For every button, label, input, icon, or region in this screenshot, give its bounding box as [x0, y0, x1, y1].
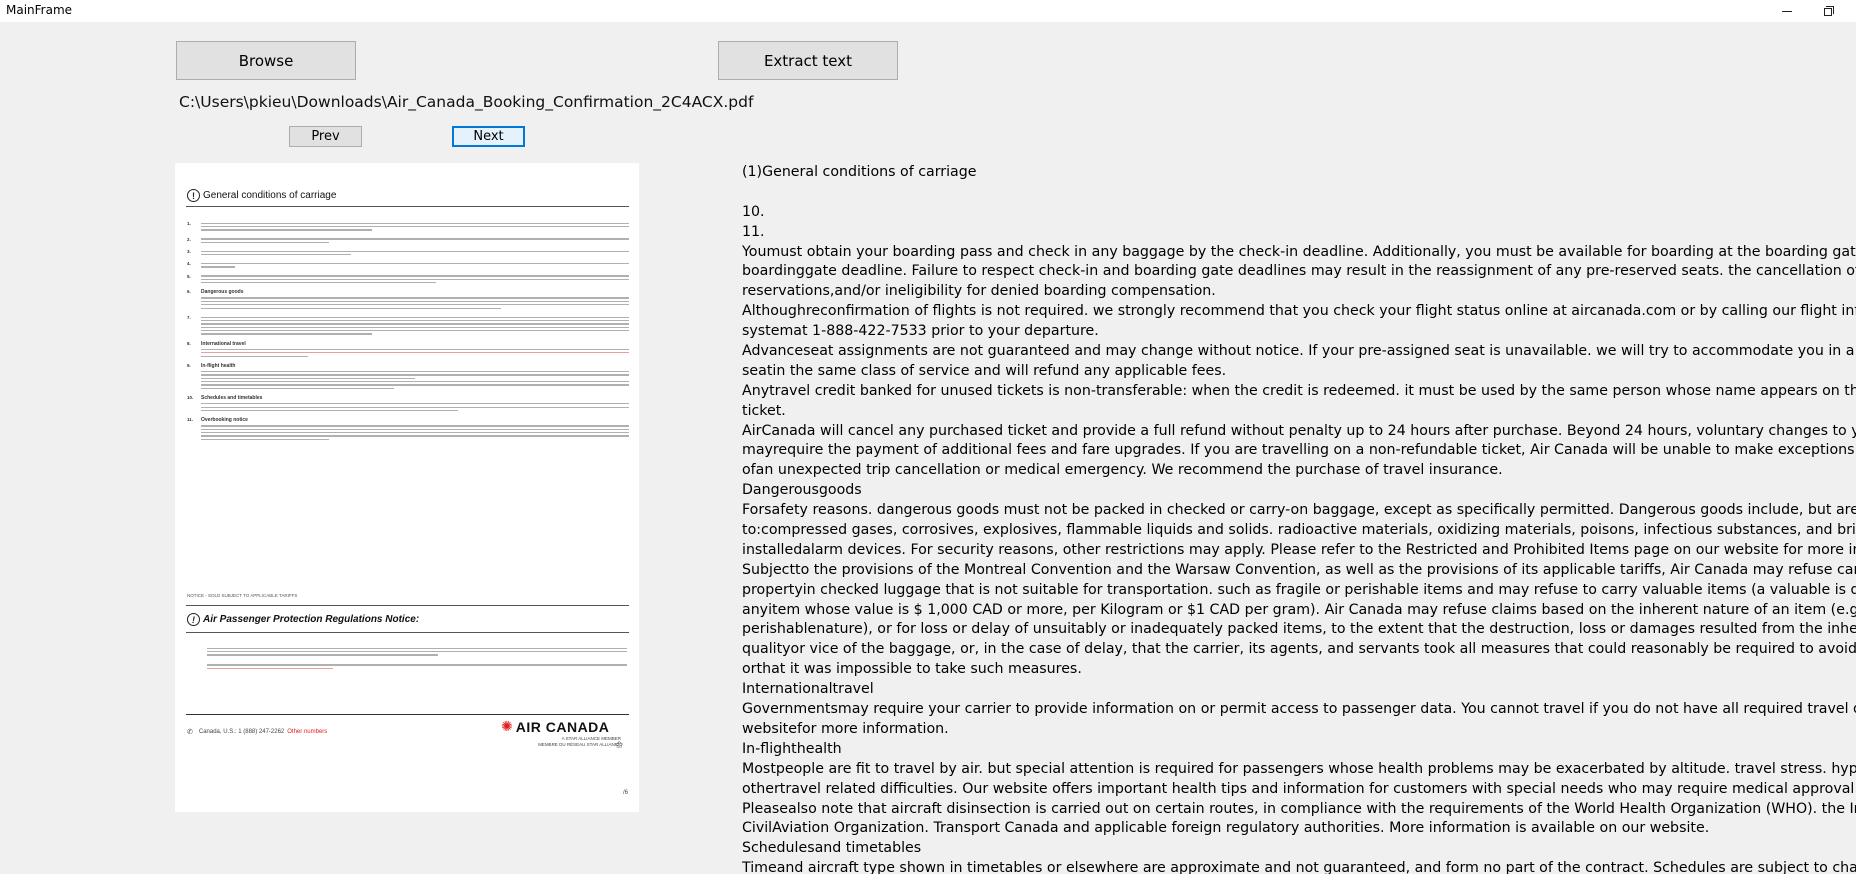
- extracted-text-line: Althoughreconfirmation of flights is not…: [742, 303, 1856, 320]
- extracted-text-line: [742, 183, 1856, 203]
- list-item: 1.: [187, 221, 629, 233]
- extracted-text-line: orthat it was impossible to take such me…: [742, 661, 1082, 678]
- extracted-text-line: In-flighthealth: [742, 740, 842, 757]
- extracted-text-line: Governmentsmay require your carrier to p…: [742, 701, 1856, 718]
- extracted-text-line: Internationaltravel: [742, 681, 874, 698]
- extracted-text-line: Anytravel credit banked for unused ticke…: [742, 382, 1856, 399]
- extracted-text-line: Dangerousgoods: [742, 482, 862, 499]
- appr-notice-title: Air Passenger Protection Regulations Not…: [203, 614, 420, 625]
- extracted-text-line: boardinggate deadline. Failure to respec…: [742, 263, 1856, 280]
- logo-text: AIR CANADA: [515, 718, 610, 735]
- list-item: 7.: [187, 315, 629, 337]
- list-item: 11. Overbooking notice: [187, 417, 629, 442]
- extracted-text-line: Forsafety reasons. dangerous goods must …: [742, 502, 1856, 519]
- other-numbers-link[interactable]: Other numbers: [287, 729, 327, 735]
- preview-conditions-list: 1. 2. 3. 4. 5. 6. Dangerous goods 7. 8. In…: [187, 221, 629, 446]
- maple-leaf-icon: ✺: [501, 718, 513, 734]
- phone-icon: ✆: [187, 729, 193, 736]
- phone-contact: ✆ Canada, U.S.: 1 (888) 247-2262 Other n…: [187, 728, 327, 736]
- extracted-text-line: anyitem whose value is $ 1,000 CAD or mo…: [742, 601, 1856, 618]
- extracted-text-line: systemat 1-888-422-7533 prior to your de…: [742, 323, 1099, 340]
- list-item: 8. International travel: [187, 341, 629, 359]
- list-item: 2.: [187, 237, 629, 245]
- window-title: MainFrame: [6, 3, 73, 17]
- extracted-text-line: to:compressed gases, corrosives, explosi…: [742, 522, 1856, 539]
- warning-icon: !: [187, 189, 200, 202]
- restore-icon: [1823, 5, 1835, 17]
- minimize-button[interactable]: [1770, 0, 1804, 22]
- browse-button[interactable]: Browse: [176, 41, 356, 80]
- extracted-text-line: qualityor vice of the baggage, or, in th…: [742, 641, 1856, 658]
- divider: [186, 632, 629, 633]
- extracted-text-line: installedalarm devices. For security rea…: [742, 541, 1856, 558]
- extracted-text-line: ticket.: [742, 402, 786, 419]
- extracted-text-line: 10.: [742, 203, 765, 220]
- list-item: 4.: [187, 261, 629, 269]
- preview-heading: ! General conditions of carriage: [187, 189, 336, 202]
- extracted-text-panel[interactable]: (1)General conditions of carriage 10. 11. Y…: [742, 163, 1856, 874]
- prev-button[interactable]: Prev: [289, 126, 362, 147]
- tariff-notice: NOTICE - SOLD SUBJECT TO APPLICABLE TARI…: [187, 593, 298, 598]
- next-button[interactable]: Next: [452, 126, 525, 147]
- page-number: /6: [623, 790, 629, 796]
- divider: [186, 206, 629, 207]
- extract-text-button[interactable]: Extract text: [718, 41, 898, 80]
- extracted-text-line: propertyin checked luggage that is not s…: [742, 581, 1856, 598]
- extracted-text-line: Pleasealso note that aircraft disinsecti…: [742, 800, 1856, 817]
- extracted-text-line: Youmust obtain your boarding pass and ch…: [742, 243, 1856, 260]
- list-item: 3.: [187, 249, 629, 257]
- extracted-text-line: websitefor more information.: [742, 720, 949, 737]
- extracted-text-line: othertravel related difficulties. Our we…: [742, 780, 1856, 797]
- file-path-label: C:\Users\pkieu\Downloads\Air_Canada_Book…: [179, 93, 754, 111]
- phone-number: Canada, U.S.: 1 (888) 247-2262: [198, 729, 285, 735]
- appr-notice-heading: ! Air Passenger Protection Regulations N…: [187, 613, 419, 626]
- extracted-text-line: seatin the same class of service and wil…: [742, 362, 1227, 379]
- extracted-text-line: Timeand aircraft type shown in timetable…: [742, 860, 1856, 874]
- extracted-text-line: AirCanada will cancel any purchased tick…: [742, 422, 1856, 439]
- extracted-text-line: mayrequire the payment of additional fee…: [742, 442, 1856, 459]
- extracted-text-line: perishablenature), or for loss or delay …: [742, 621, 1856, 638]
- appr-notice-body: [207, 646, 627, 671]
- star-alliance-icon: ✩: [615, 740, 624, 751]
- preview-heading-text: General conditions of carriage: [203, 190, 337, 201]
- extracted-text-line: Mostpeople are fit to travel by air. but…: [742, 760, 1856, 777]
- list-item: 10. Schedules and timetables: [187, 395, 629, 413]
- extracted-text-line: ofan unexpected trip cancellation or med…: [742, 462, 1503, 479]
- extracted-text-line: 11.: [742, 223, 765, 240]
- star-alliance-text: A STAR ALLIANCE MEMBER MEMBRE DU RÉSEAU …: [538, 736, 621, 747]
- title-bar: MainFrame: [0, 0, 1856, 22]
- warning-icon: !: [187, 613, 200, 626]
- air-canada-logo: ✺ AIR CANADA: [501, 718, 609, 735]
- extracted-text-line: CivilAviation Organization. Transport Ca…: [742, 820, 1710, 837]
- minimize-icon: [1782, 10, 1792, 12]
- list-item: 6. Dangerous goods: [187, 289, 629, 311]
- extracted-text-line: (1)General conditions of carriage: [742, 164, 977, 180]
- list-item: 9. In-flight health: [187, 363, 629, 391]
- divider: [186, 714, 629, 715]
- extracted-text-line: Subjectto the provisions of the Montreal…: [742, 561, 1856, 578]
- list-item: 5.: [187, 274, 629, 286]
- extracted-text-line: reservations,and/or ineligibility for de…: [742, 283, 1216, 300]
- pdf-page-preview: ! General conditions of carriage 1. 2. 3…: [175, 163, 639, 812]
- extracted-text-line: Schedulesand timetables: [742, 840, 922, 857]
- extracted-text-line: Advanceseat assignments are not guarante…: [742, 343, 1856, 360]
- restore-button[interactable]: [1812, 0, 1846, 22]
- divider: [186, 605, 629, 606]
